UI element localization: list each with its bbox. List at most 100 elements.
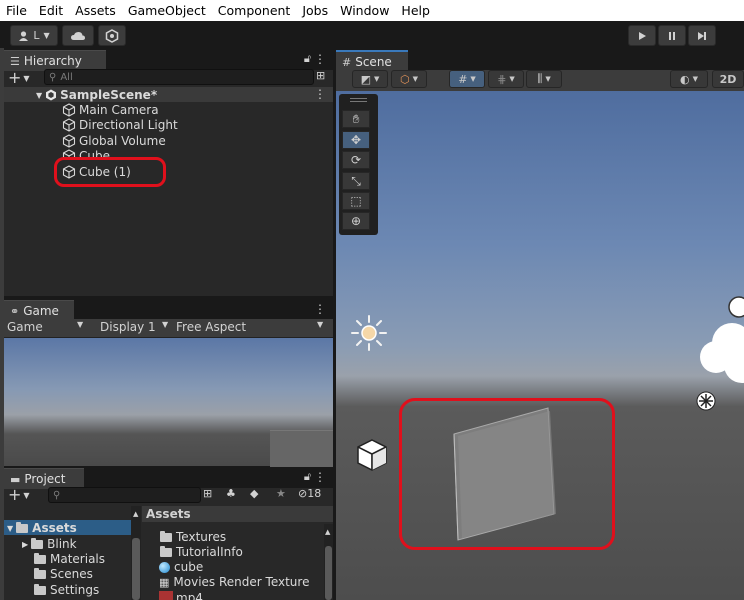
chevron-down-icon: ▼: [545, 75, 551, 83]
asset-item-cube[interactable]: cube: [159, 560, 203, 574]
chevron-down-icon: ▼: [412, 75, 418, 83]
asset-item-mp4[interactable]: mp4: [159, 591, 203, 600]
project-panel: ▬ Project 🔓︎ ⋮ + ▼ ⚲ ⊞ ♣ ◆ ★ ⊘18 ▼ Assets…: [4, 468, 333, 600]
tab-project-label: Project: [24, 472, 66, 486]
scrollbar-thumb[interactable]: [325, 546, 332, 600]
camera-gizmo-icon[interactable]: [694, 295, 744, 415]
chevron-down-icon: ▼: [7, 523, 14, 533]
search-input[interactable]: ⚲ All: [44, 69, 314, 85]
project-search-input[interactable]: ⚲: [48, 487, 201, 503]
label-icon[interactable]: ◆: [250, 487, 258, 500]
tree-item-blink[interactable]: ▶ Blink: [22, 537, 77, 551]
scene-view-dropdown[interactable]: ⬡ ▼: [391, 70, 427, 88]
hidden-count: 18: [307, 487, 322, 500]
scale-tool-icon: ⤡: [351, 173, 361, 188]
play-icon: [639, 31, 646, 40]
chevron-down-icon[interactable]: ▼: [317, 320, 323, 329]
menu-component[interactable]: Component: [212, 3, 297, 18]
hierarchy-panel: ☰ Hierarchy 🔓︎ ⋮ + ▼ ⚲ All ⊞ ▼ SampleScen…: [4, 50, 333, 296]
step-button[interactable]: [688, 25, 716, 46]
asset-item-movies-render-texture[interactable]: ▦ Movies Render Texture: [159, 575, 309, 589]
rect-tool[interactable]: ⬚: [342, 192, 370, 210]
chevron-down-icon[interactable]: ▼: [77, 320, 83, 329]
tree-item-settings[interactable]: Settings: [34, 583, 99, 597]
draw-mode-dropdown[interactable]: ◩ ▼: [352, 70, 388, 88]
project-tabbar: ▬ Project 🔓︎ ⋮: [4, 468, 333, 489]
menu-file[interactable]: File: [0, 3, 33, 18]
tree-item-scenes[interactable]: Scenes: [34, 567, 93, 581]
aspect-dropdown[interactable]: Free Aspect: [176, 320, 246, 334]
hand-tool[interactable]: ✋︎: [342, 110, 370, 128]
collab-button[interactable]: [98, 25, 126, 46]
account-label: L: [33, 29, 40, 42]
menu-help[interactable]: Help: [395, 3, 436, 18]
grid-snap-dropdown[interactable]: # ▼: [449, 70, 485, 88]
tab-scene[interactable]: # Scene: [336, 50, 408, 72]
menu-gameobject[interactable]: GameObject: [122, 3, 212, 18]
game-toolbar: Game ▼ Display 1 ▼ Free Aspect ▼: [4, 319, 333, 338]
asset-item-tutorialinfo[interactable]: TutorialInfo: [160, 545, 243, 559]
sun-icon[interactable]: [350, 314, 388, 352]
lock-icon[interactable]: 🔓︎: [304, 470, 311, 484]
transform-tool[interactable]: ⊕: [342, 212, 370, 230]
lock-icon[interactable]: 🔓︎: [304, 52, 311, 66]
hidden-packages-button[interactable]: ⊘18: [298, 487, 321, 500]
game-view-dropdown[interactable]: Game: [7, 320, 43, 334]
account-button[interactable]: L ▼: [10, 25, 58, 46]
cloud-button[interactable]: [62, 25, 94, 46]
search-options-icon[interactable]: ⊞: [203, 487, 212, 500]
hierarchy-item-main-camera[interactable]: Main Camera: [62, 103, 159, 117]
kebab-icon[interactable]: ⋮: [314, 87, 326, 101]
pause-icon: [669, 31, 675, 40]
assets-scrollbar[interactable]: ▲: [324, 524, 333, 600]
increment-snap-dropdown[interactable]: ⫼ ▼: [526, 70, 562, 88]
tree-item-assets[interactable]: ▼ Assets: [7, 521, 77, 535]
scene-root[interactable]: ▼ SampleScene*: [36, 88, 157, 102]
assets-breadcrumb-bar: Assets: [142, 506, 333, 522]
kebab-icon[interactable]: ⋮: [314, 302, 326, 316]
display-dropdown[interactable]: Display 1: [100, 320, 156, 334]
game-viewport[interactable]: [4, 338, 333, 467]
scale-tool[interactable]: ⤡: [342, 172, 370, 190]
main-toolbar: L ▼: [0, 21, 744, 48]
asset-item-textures[interactable]: Textures: [160, 530, 226, 544]
kebab-icon[interactable]: ⋮: [314, 52, 326, 66]
menu-jobs[interactable]: Jobs: [296, 3, 334, 18]
chevron-down-icon[interactable]: ▼: [162, 320, 168, 329]
filter-type-icon[interactable]: ♣: [226, 487, 236, 500]
scrollbar-thumb[interactable]: [132, 538, 140, 600]
hierarchy-item-global-volume[interactable]: Global Volume: [62, 134, 166, 148]
search-icon: ⚲: [53, 489, 61, 501]
search-options-icon[interactable]: ⊞: [316, 69, 325, 82]
hierarchy-item-label: Cube: [79, 149, 110, 157]
menu-window[interactable]: Window: [334, 3, 395, 18]
2d-toggle[interactable]: 2D: [712, 70, 744, 88]
scene-tabbar: # Scene: [336, 50, 744, 72]
tab-game[interactable]: ⚭ Game: [4, 300, 74, 321]
tree-item-materials[interactable]: Materials: [34, 552, 105, 566]
move-tool[interactable]: ✥: [342, 131, 370, 149]
play-button[interactable]: [628, 25, 656, 46]
create-button[interactable]: + ▼: [8, 70, 30, 87]
cube-gizmo-icon[interactable]: [354, 437, 390, 473]
collab-icon: [105, 28, 119, 43]
rect-tool-icon: ⬚: [350, 194, 362, 208]
snap-increment-dropdown[interactable]: ⋕ ▼: [488, 70, 524, 88]
shading-mode-dropdown[interactable]: ◐ ▼: [670, 70, 708, 88]
kebab-icon[interactable]: ⋮: [314, 470, 326, 484]
star-icon[interactable]: ★: [276, 487, 286, 500]
pause-button[interactable]: [658, 25, 686, 46]
breadcrumb[interactable]: Assets: [146, 507, 191, 521]
rotate-tool[interactable]: ⟳: [342, 151, 370, 169]
asset-label: Movies Render Texture: [173, 575, 310, 589]
game-tabbar: ⚭ Game ⋮: [4, 300, 333, 321]
menu-assets[interactable]: Assets: [69, 3, 122, 18]
hierarchy-item-directional-light[interactable]: Directional Light: [62, 118, 178, 132]
hierarchy-item-cube[interactable]: Cube: [62, 149, 110, 157]
menu-edit[interactable]: Edit: [33, 3, 69, 18]
tree-scrollbar[interactable]: ▲: [131, 506, 141, 600]
overlay-drag-handle[interactable]: [350, 98, 367, 99]
create-button[interactable]: + ▼: [8, 487, 30, 504]
project-tree: ▼ Assets ▶ Blink Materials Scenes Settin…: [4, 506, 131, 600]
folder-icon: [34, 567, 46, 579]
